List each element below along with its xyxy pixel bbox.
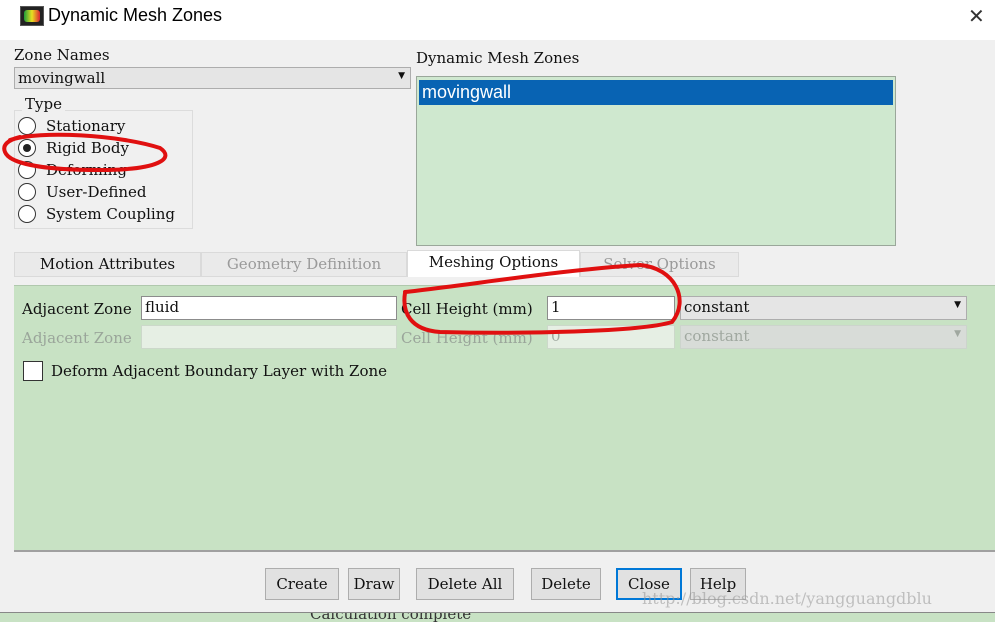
app-icon	[20, 6, 44, 26]
tab-solver-options[interactable]: Solver Options	[580, 252, 739, 277]
chevron-down-icon: ▼	[954, 329, 961, 339]
cell-height-method-dropdown[interactable]: constant ▼	[680, 296, 967, 320]
cell-height-method-dropdown-2: constant ▼	[680, 325, 967, 349]
radio-label: Stationary	[46, 117, 126, 135]
tab-meshing-options[interactable]: Meshing Options	[407, 250, 580, 277]
zone-names-value: movingwall	[18, 69, 106, 87]
close-icon[interactable]: ✕	[968, 4, 985, 28]
radio-icon[interactable]	[18, 161, 36, 179]
list-item[interactable]: movingwall	[419, 80, 893, 105]
dynamic-zones-list[interactable]: movingwall	[416, 76, 896, 246]
cell-height-input-2: 0	[547, 325, 675, 349]
adjacent-zone-input-2	[141, 325, 397, 349]
adjacent-zone-label-2: Adjacent Zone	[22, 329, 132, 347]
radio-icon[interactable]	[18, 117, 36, 135]
window-title: Dynamic Mesh Zones	[48, 5, 223, 25]
radio-user-defined[interactable]: User-Defined	[18, 181, 147, 203]
deform-boundary-layer-checkbox[interactable]	[23, 361, 43, 381]
radio-rigid-body[interactable]: Rigid Body	[18, 137, 129, 159]
chevron-down-icon: ▼	[398, 71, 405, 81]
deform-boundary-layer-label: Deform Adjacent Boundary Layer with Zone	[51, 362, 388, 380]
chevron-down-icon: ▼	[954, 300, 961, 310]
radio-deforming[interactable]: Deforming	[18, 159, 127, 181]
adjacent-zone-input[interactable]: fluid	[141, 296, 397, 320]
radio-label: System Coupling	[46, 205, 175, 223]
method-value: constant	[684, 327, 750, 345]
radio-label: Rigid Body	[46, 139, 129, 157]
tab-geometry-definition[interactable]: Geometry Definition	[201, 252, 407, 277]
radio-icon[interactable]	[18, 205, 36, 223]
dynamic-zones-label: Dynamic Mesh Zones	[416, 49, 580, 67]
divider	[14, 550, 995, 552]
cell-height-input[interactable]: 1	[547, 296, 675, 320]
radio-label: User-Defined	[46, 183, 147, 201]
delete-all-button[interactable]: Delete All	[416, 568, 514, 600]
cell-height-label-2: Cell Height (mm)	[401, 329, 533, 347]
zone-names-label: Zone Names	[14, 46, 110, 64]
watermark: http://blog.csdn.net/yangguangdblu	[642, 589, 932, 608]
adjacent-zone-label: Adjacent Zone	[22, 300, 132, 318]
radio-selected-icon[interactable]	[18, 139, 36, 157]
tab-motion-attributes[interactable]: Motion Attributes	[14, 252, 201, 277]
cell-height-label: Cell Height (mm)	[401, 300, 533, 318]
radio-icon[interactable]	[18, 183, 36, 201]
radio-label: Deforming	[46, 161, 127, 179]
method-value: constant	[684, 298, 750, 316]
create-button[interactable]: Create	[265, 568, 339, 600]
draw-button[interactable]: Draw	[348, 568, 400, 600]
type-label: Type	[22, 95, 65, 113]
zone-names-dropdown[interactable]: movingwall ▼	[14, 67, 411, 89]
radio-system-coupling[interactable]: System Coupling	[18, 203, 175, 225]
radio-stationary[interactable]: Stationary	[18, 115, 125, 137]
delete-button[interactable]: Delete	[531, 568, 601, 600]
